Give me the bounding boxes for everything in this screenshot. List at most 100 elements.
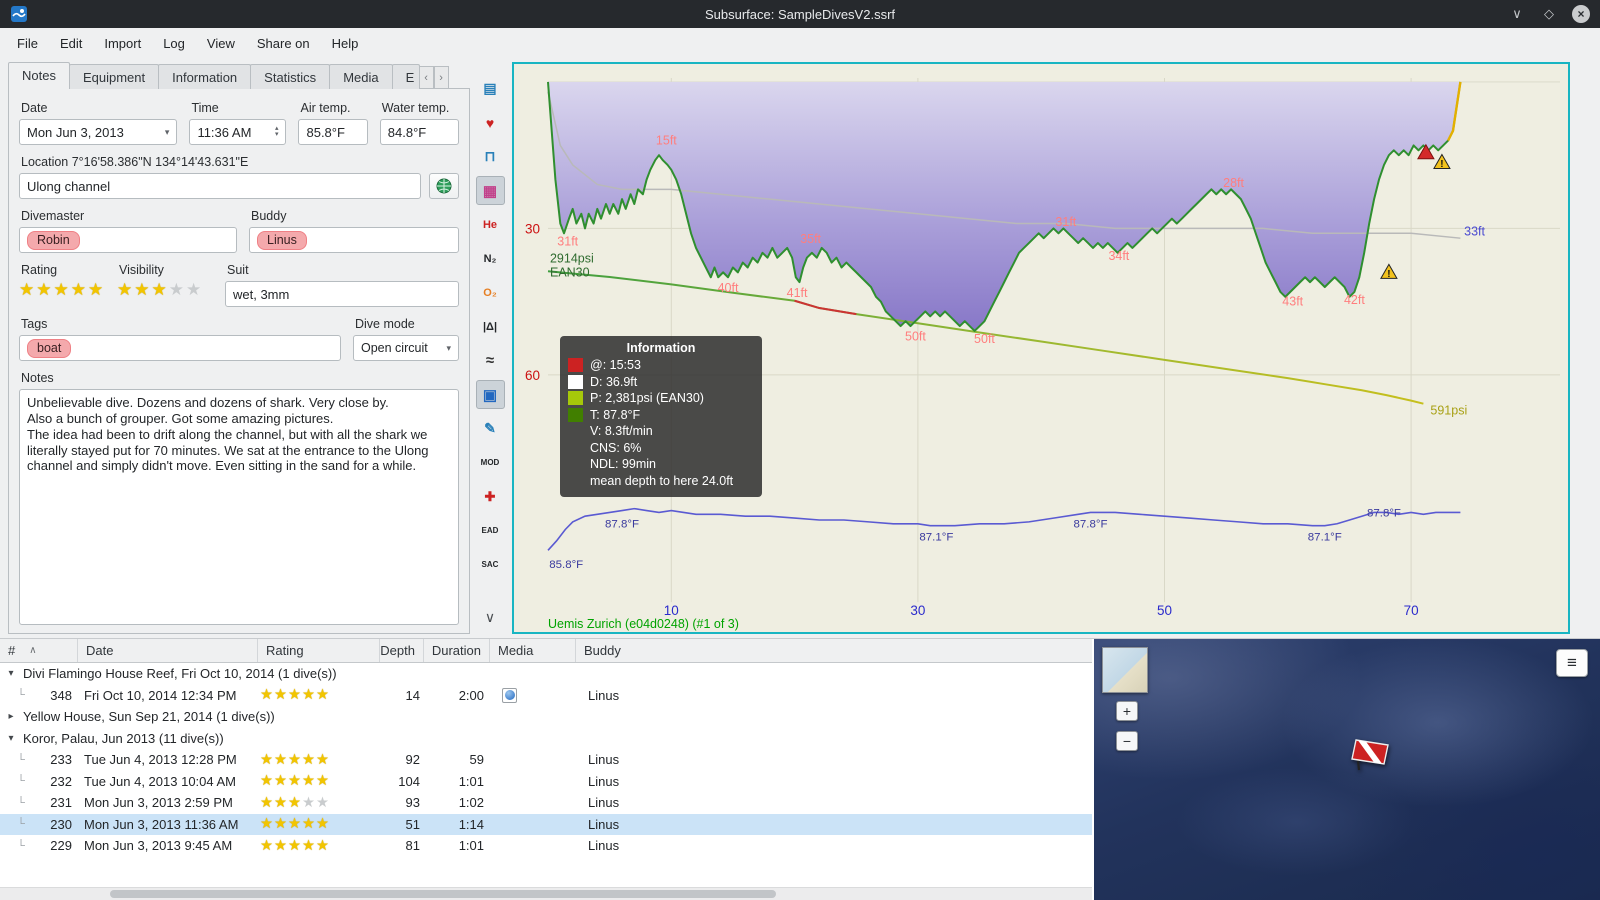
minimize-button[interactable]: ∨ [1508, 5, 1526, 23]
toolbar-heart-rate-button[interactable]: ♥ [476, 108, 505, 137]
toolbar-ruler-button[interactable]: ✎ [476, 414, 505, 443]
location-input[interactable]: Ulong channel [19, 173, 421, 199]
dive-row[interactable]: └ 229 Mon Jun 3, 2013 9:45 AM ★★★★★ 81 1:01 Li… [0, 835, 1092, 857]
titlebar: Subsurface: SampleDivesV2.ssrf ∨ ◇ × [0, 0, 1600, 28]
toolbar-mod-button[interactable]: MOD [476, 448, 505, 477]
tab-equipment[interactable]: Equipment [68, 64, 160, 89]
buddy-input[interactable]: Linus [249, 227, 459, 253]
divemaster-tag[interactable]: Robin [27, 230, 80, 250]
trip-row[interactable]: ▾ Koror, Palau, Jun 2013 (11 dive(s)) [0, 728, 1092, 750]
tab-e[interactable]: E [391, 64, 420, 89]
close-button[interactable]: × [1572, 5, 1590, 23]
map-zoom-in-button[interactable]: + [1116, 701, 1138, 721]
tab-media[interactable]: Media [329, 64, 393, 89]
star-icon: ★ [134, 280, 152, 299]
map-overview-thumbnail[interactable] [1102, 647, 1148, 693]
column-header-duration[interactable]: Duration [424, 639, 490, 662]
tags-input[interactable]: boat [19, 335, 341, 361]
column-header-num[interactable]: # ∧ [0, 639, 78, 662]
column-header-buddy[interactable]: Buddy [576, 639, 1092, 662]
column-header-media[interactable]: Media [490, 639, 576, 662]
toolbar-pp-graphs-button[interactable]: |Δ| [476, 312, 505, 341]
buddy-tag[interactable]: Linus [257, 230, 307, 250]
water-temp-input[interactable]: 84.8°F [379, 119, 460, 145]
horizontal-scrollbar[interactable] [0, 887, 1092, 900]
globe-button[interactable] [429, 173, 459, 199]
dive-number: 231 [50, 795, 72, 811]
notes-textarea[interactable]: Unbelievable dive. Dozens and dozens of … [19, 389, 459, 625]
menu-edit[interactable]: Edit [49, 31, 93, 56]
menu-share-on[interactable]: Share on [246, 31, 321, 56]
toolbar-sac-button[interactable]: SAC [476, 550, 505, 579]
spinner-arrows-icon[interactable]: ▴ ▾ [275, 125, 279, 138]
collapse-icon[interactable]: ▾ [6, 668, 16, 679]
dive-row[interactable]: └ 233 Tue Jun 4, 2013 12:28 PM ★★★★★ 92 59 Lin… [0, 749, 1092, 771]
media-icon[interactable] [502, 687, 517, 703]
tag-boat[interactable]: boat [27, 338, 72, 358]
dive-mode-select[interactable]: Open circuit ▾ [353, 335, 459, 361]
tab-statistics[interactable]: Statistics [250, 64, 331, 89]
map-pane[interactable]: + − ≡ [1094, 639, 1600, 900]
toolbar-nitrogen-graph-button[interactable]: N₂ [476, 244, 505, 273]
dive-row[interactable]: └ 232 Tue Jun 4, 2013 10:04 AM ★★★★★ 104 1:01… [0, 771, 1092, 793]
date-value: Mon Jun 3, 2013 [27, 124, 124, 140]
dive-rating: ★★★★★ [258, 773, 380, 789]
toolbar-more-button[interactable]: ∨ [485, 609, 495, 626]
suit-input[interactable]: wet, 3mm [225, 281, 459, 307]
dive-row[interactable]: └ 230 Mon Jun 3, 2013 11:36 AM ★★★★★ 51 1:14 L… [0, 813, 1092, 835]
tab-scroll-right[interactable]: › [433, 66, 449, 89]
map-menu-button[interactable]: ≡ [1556, 649, 1588, 677]
toolbar-heartrate-line-button[interactable]: ≈ [476, 346, 505, 375]
star-icon: ★ [260, 794, 274, 811]
tabbar: Notes Equipment Information Statistics Media… [8, 62, 470, 89]
toolbar-helium-graph-button[interactable]: He [476, 210, 505, 239]
expand-icon[interactable]: ▸ [6, 711, 16, 722]
collapse-icon[interactable]: ▾ [6, 733, 16, 744]
svg-text:EAN30: EAN30 [550, 265, 590, 279]
time-input[interactable]: 11:36 AM ▴ ▾ [189, 119, 287, 145]
app-icon[interactable] [10, 5, 28, 23]
column-header-depth[interactable]: Depth [380, 639, 424, 662]
column-header-rating[interactable]: Rating [258, 639, 380, 662]
menu-file[interactable]: File [6, 31, 49, 56]
rating-stars[interactable]: ★★★★★ [19, 281, 105, 299]
toolbar-oxygen-graph-button[interactable]: O₂ [476, 278, 505, 307]
tab-information[interactable]: Information [158, 64, 252, 89]
menu-help[interactable]: Help [321, 31, 370, 56]
menu-log[interactable]: Log [152, 31, 196, 56]
toolbar-photos-button[interactable]: ▣ [475, 380, 505, 409]
dive-row[interactable]: └ 231 Mon Jun 3, 2013 2:59 PM ★★★★★ 93 1:02 Li… [0, 792, 1092, 814]
divemaster-input[interactable]: Robin [19, 227, 237, 253]
column-header-date[interactable]: Date [78, 639, 258, 662]
dive-buddy: Linus [588, 773, 620, 789]
sort-ascending-icon: ∧ [29, 645, 37, 656]
map-zoom-out-button[interactable]: − [1116, 731, 1138, 751]
maximize-button[interactable]: ◇ [1540, 5, 1558, 23]
air-temp-input[interactable]: 85.8°F [298, 119, 368, 145]
toolbar-ead-button[interactable]: EAD [476, 516, 505, 545]
tree-connector: └ [17, 689, 25, 702]
toolbar-dc-info-button[interactable]: ▤ [476, 74, 505, 103]
trip-row[interactable]: ▾ Divi Flamingo House Reef, Fri Oct 10, 2… [0, 663, 1092, 685]
toolbar-dc-ceiling-button[interactable]: ⊓ [476, 142, 505, 171]
trip-row[interactable]: ▸ Yellow House, Sun Sep 21, 2014 (1 dive(… [0, 706, 1092, 728]
dive-profile-chart[interactable]: 31ft 15ft 40ft 41ft 35ft 50ft 50ft 31ft 34ft 28ft… [512, 62, 1570, 634]
date-input[interactable]: Mon Jun 3, 2013 ▾ [19, 119, 178, 145]
menu-import[interactable]: Import [93, 31, 152, 56]
scrollbar-handle[interactable] [110, 890, 776, 898]
dive-rating: ★★★★★ [258, 816, 380, 832]
star-icon: ★ [288, 687, 302, 704]
dive-row[interactable]: └ 348 Fri Oct 10, 2014 12:34 PM ★★★★★ 14 2:00… [0, 685, 1092, 707]
star-icon: ★ [302, 837, 316, 854]
tab-scroll-left[interactable]: ‹ [418, 66, 434, 89]
dive-flag-marker[interactable] [1347, 733, 1393, 773]
toolbar-calculated-ceiling-button[interactable]: ▦ [475, 176, 505, 205]
toolbar-tissues-button[interactable]: ✚ [476, 482, 505, 511]
tab-notes[interactable]: Notes [8, 62, 70, 89]
menu-view[interactable]: View [196, 31, 246, 56]
star-icon: ★ [117, 280, 135, 299]
dive-duration: 1:14 [458, 816, 484, 832]
tooltip-swatch [568, 407, 583, 422]
dive-rating: ★★★★★ [258, 752, 380, 768]
visibility-stars[interactable]: ★★★★★ [117, 281, 213, 299]
